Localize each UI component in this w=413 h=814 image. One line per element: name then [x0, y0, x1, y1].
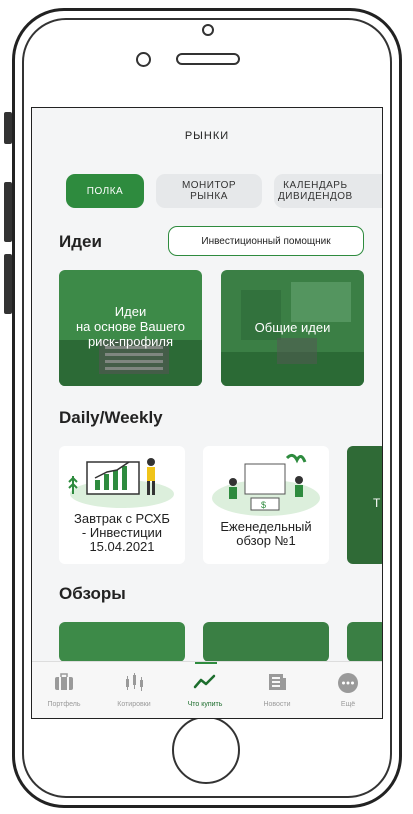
- side-button-volume-down: [4, 254, 12, 314]
- nav-label: Новости: [263, 701, 291, 708]
- idea-card-risk-profile[interactable]: Идеи на основе Вашего риск-профиля: [59, 270, 202, 386]
- weekly-card-label: Еженедельный обзор №1: [220, 519, 312, 548]
- ideas-heading: Идеи: [59, 232, 102, 251]
- bottom-navigation: Портфель Котировки Что купить Новости Ещ…: [32, 661, 382, 718]
- review-card-3[interactable]: [347, 622, 382, 662]
- sensor-icon: [136, 52, 151, 67]
- presentation-illustration: [68, 458, 174, 508]
- reading-illustration: $: [212, 453, 320, 516]
- speaker-grill: [176, 53, 240, 65]
- nav-more[interactable]: Ещё: [318, 662, 378, 718]
- nav-label: Котировки: [117, 701, 151, 708]
- review-card-1[interactable]: [59, 622, 185, 662]
- idea-card-label: Общие идеи: [254, 320, 331, 335]
- app-screen: РЫНКИ ПОЛКА МОНИТОР РЫНКА КАЛЕНДАРЬ ДИВИ…: [31, 107, 383, 719]
- nav-label: Что купить: [187, 701, 223, 708]
- more-icon: [338, 673, 358, 693]
- page-title: РЫНКИ: [184, 130, 230, 142]
- trend-icon: [193, 674, 216, 689]
- nav-label: Ещё: [340, 701, 356, 708]
- nav-what-to-buy[interactable]: Что купить: [175, 662, 235, 718]
- daily-card-partial[interactable]: Т: [347, 446, 382, 564]
- tab-polka[interactable]: ПОЛКА: [66, 174, 144, 208]
- review-card-2[interactable]: [203, 622, 329, 662]
- side-button-volume-up: [4, 182, 12, 242]
- home-button[interactable]: [172, 716, 240, 784]
- camera-icon: [202, 24, 214, 36]
- partial-card-letter: Т: [373, 496, 381, 510]
- daily-card-label: Завтрак с РСХБ - Инвестиции 15.04.2021: [74, 511, 170, 554]
- nav-quotes[interactable]: Котировки: [104, 662, 164, 718]
- weekly-card-review[interactable]: $ Еженедельный обзор №1: [203, 446, 329, 564]
- tab-market-monitor[interactable]: МОНИТОР РЫНКА: [156, 174, 262, 208]
- nav-portfolio[interactable]: Портфель: [34, 662, 94, 718]
- briefcase-icon: [55, 673, 73, 690]
- idea-card-general[interactable]: Общие идеи: [221, 270, 364, 386]
- svg-text:$: $: [261, 500, 266, 510]
- nav-news[interactable]: Новости: [247, 662, 307, 718]
- daily-card-breakfast[interactable]: Завтрак с РСХБ - Инвестиции 15.04.2021: [59, 446, 185, 564]
- nav-label: Портфель: [47, 701, 81, 708]
- side-button-mute: [4, 112, 12, 144]
- investment-assistant-button[interactable]: Инвестиционный помощник: [168, 226, 364, 256]
- daily-weekly-heading: Daily/Weekly: [59, 408, 163, 427]
- news-icon: [269, 674, 286, 690]
- idea-card-label: Идеи на основе Вашего риск-профиля: [75, 304, 185, 349]
- active-tab-indicator: [195, 662, 217, 664]
- tab-dividend-calendar[interactable]: КАЛЕНДАРЬ ДИВИДЕНДОВ: [274, 174, 382, 208]
- reviews-heading: Обзоры: [59, 584, 126, 603]
- candles-icon: [126, 673, 143, 691]
